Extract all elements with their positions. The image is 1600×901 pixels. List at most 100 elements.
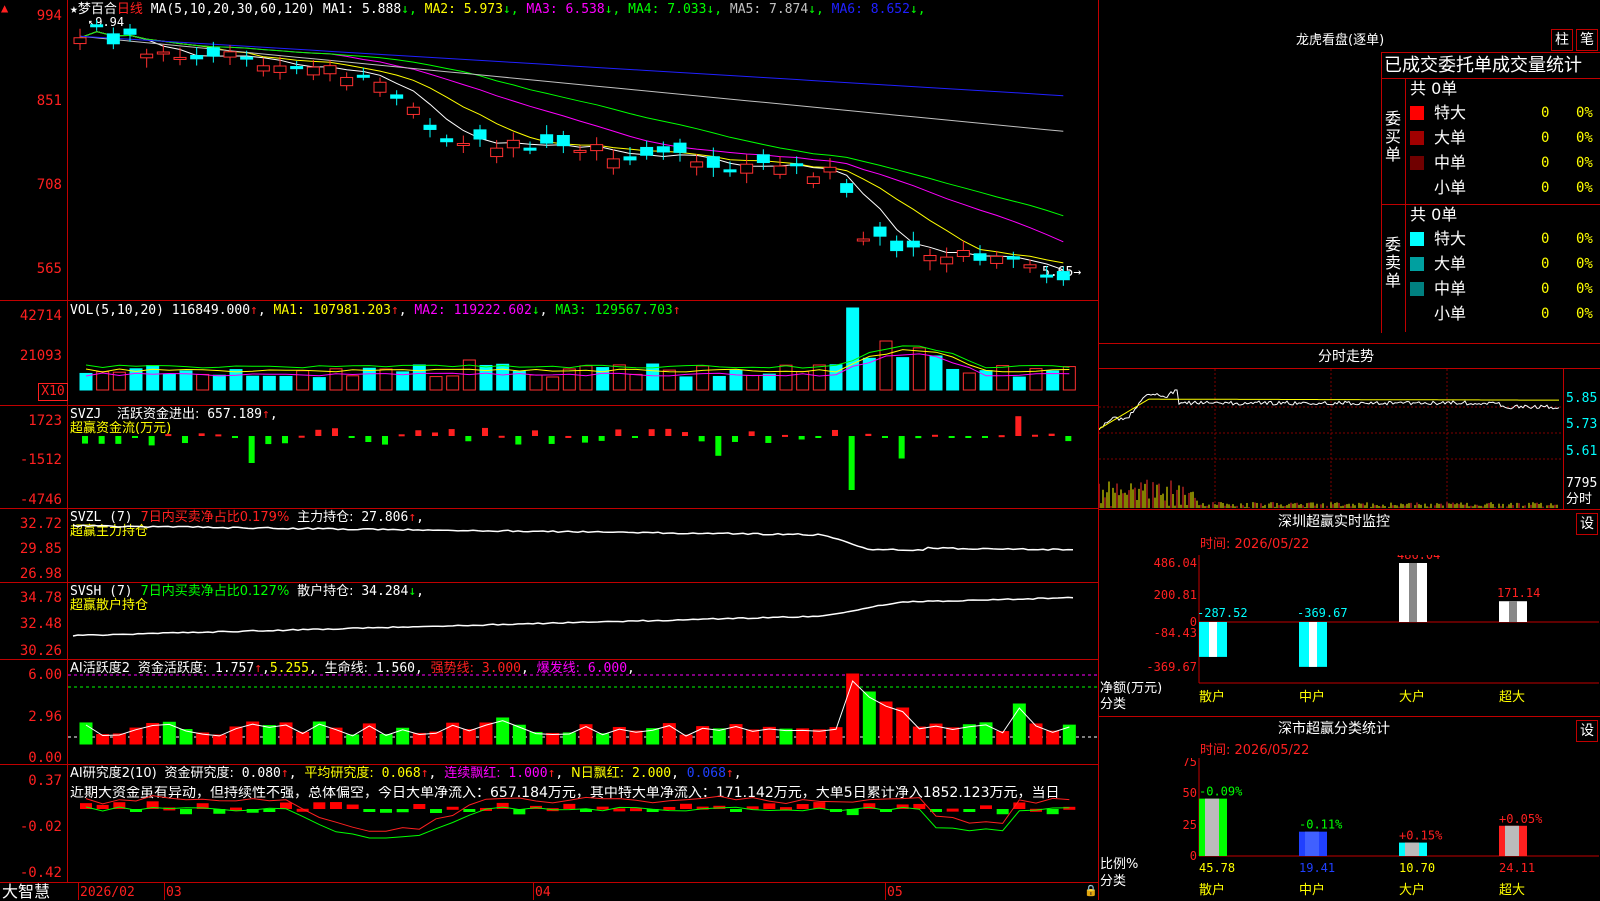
flow-bar — [148, 436, 155, 446]
svzl-chart[interactable] — [68, 509, 1098, 582]
y-label: 0.37 — [28, 773, 62, 789]
lhb-row-label: 小单 — [1434, 304, 1467, 323]
candle — [323, 65, 337, 75]
y-label: -0.02 — [19, 819, 62, 835]
y-label: 32.48 — [19, 616, 62, 632]
flow-bar — [898, 436, 905, 459]
flow-bar — [982, 436, 988, 438]
classify-bar-delta: -0.09% — [1199, 785, 1243, 799]
classify-bar-value: 24.11 — [1499, 861, 1535, 875]
kline-chart[interactable] — [68, 0, 1098, 300]
lhb-row-pct: 0% — [1576, 231, 1593, 247]
y-label: 2.96 — [28, 709, 62, 725]
flow-bar — [565, 435, 572, 438]
intraday-chart[interactable] — [1099, 369, 1563, 509]
activity-bar — [746, 729, 760, 745]
candle — [306, 66, 320, 76]
ai-activity-chart[interactable] — [68, 660, 1098, 764]
candle — [590, 144, 604, 152]
research-bar — [180, 809, 192, 815]
vol-bar — [246, 375, 260, 391]
candle — [1040, 274, 1054, 278]
flow-bar — [332, 428, 338, 436]
vol-bar — [629, 373, 643, 391]
lhb-row-pct: 0% — [1576, 281, 1593, 297]
flow-bar — [632, 436, 638, 438]
brand-label[interactable]: 大智慧 — [2, 883, 50, 900]
vol-bar — [579, 365, 593, 391]
vol-bar — [896, 357, 910, 391]
activity-bar — [896, 707, 910, 745]
activity-bar — [296, 731, 310, 745]
activity-bar — [912, 726, 926, 745]
flow-bar — [665, 428, 672, 436]
research-bar — [363, 809, 376, 812]
lhb-row-count: 0 — [1541, 105, 1550, 121]
classify-bar-highlight — [1505, 825, 1519, 856]
monitor-chart[interactable]: 486.04200.810-84.43-369.67-287.52散户-369.… — [1099, 555, 1600, 715]
vol-bar — [696, 365, 710, 391]
classify-bar-highlight — [1305, 831, 1319, 856]
classify-settings-button[interactable]: 设 — [1576, 720, 1598, 742]
classify-chart[interactable]: 75 50 25 0 -0.09% 45.78 散户 -0.11% 19.41 中户 +0.15% 1… — [1099, 758, 1600, 900]
candle — [540, 134, 554, 144]
tab-bar-chart[interactable]: 柱 — [1551, 29, 1573, 51]
research-bar — [396, 809, 409, 813]
monitor-y-label: 200.81 — [1154, 588, 1197, 602]
flow-bar — [198, 433, 205, 436]
y-label: 5.85 — [1566, 391, 1598, 406]
vol-bar — [279, 375, 293, 391]
research-bar — [963, 809, 976, 812]
flow-bar — [1065, 436, 1072, 442]
vol-bar — [996, 365, 1010, 391]
candle — [440, 138, 454, 143]
flow-bar — [582, 436, 588, 443]
monitor-settings-button[interactable]: 设 — [1576, 513, 1598, 535]
y-label: -0.42 — [19, 865, 62, 881]
candle — [206, 47, 220, 57]
tab-tick-list[interactable]: 笔 — [1576, 29, 1598, 51]
vol-bar — [612, 364, 626, 391]
vol-bar — [812, 364, 826, 391]
research-bar — [313, 802, 326, 809]
candle — [356, 74, 370, 78]
monitor-bar-highlight — [1409, 563, 1417, 622]
lhb-row-count: 0 — [1541, 130, 1550, 146]
flow-bar — [882, 436, 888, 438]
lhb-swatch — [1410, 232, 1424, 246]
volume-chart[interactable] — [68, 301, 1098, 405]
flow-bar — [465, 436, 472, 442]
candle — [656, 146, 670, 153]
candle — [673, 142, 687, 153]
flow-bar — [765, 436, 772, 443]
lhb-row-label: 特大 — [1434, 103, 1467, 122]
candle — [773, 165, 787, 175]
classify-time: 时间: 2026/05/22 — [1200, 743, 1310, 758]
activity-bar — [1046, 730, 1060, 745]
research-bar — [663, 806, 676, 810]
flow-bar — [798, 436, 805, 440]
candle — [890, 240, 904, 252]
flow-bar — [115, 436, 122, 444]
y-label: 26.98 — [19, 566, 62, 582]
lock-icon[interactable]: 🔒 — [1084, 884, 1098, 897]
svsh-chart[interactable] — [68, 583, 1098, 659]
lhb-swatch — [1410, 106, 1424, 120]
candle — [856, 238, 870, 242]
classify-y-label: 75 — [1183, 758, 1197, 769]
candle — [173, 56, 187, 60]
ai-research-chart[interactable] — [68, 765, 1098, 882]
candle — [823, 166, 837, 173]
vol-bar — [229, 369, 243, 391]
classify-bar-value: 45.78 — [1199, 861, 1235, 875]
research-bar — [413, 803, 426, 809]
research-bar — [346, 804, 359, 809]
monitor-title: 深圳超赢实时监控 — [1278, 514, 1390, 530]
activity-bar — [779, 728, 793, 745]
vol-bar — [212, 374, 226, 391]
unit-badge[interactable]: X10 — [38, 383, 68, 401]
lhb-title: 龙虎看盘(逐单) — [1296, 33, 1385, 48]
y-label: 1723 — [28, 413, 62, 429]
svzj-chart[interactable] — [68, 406, 1098, 508]
vol-bar — [746, 374, 760, 391]
